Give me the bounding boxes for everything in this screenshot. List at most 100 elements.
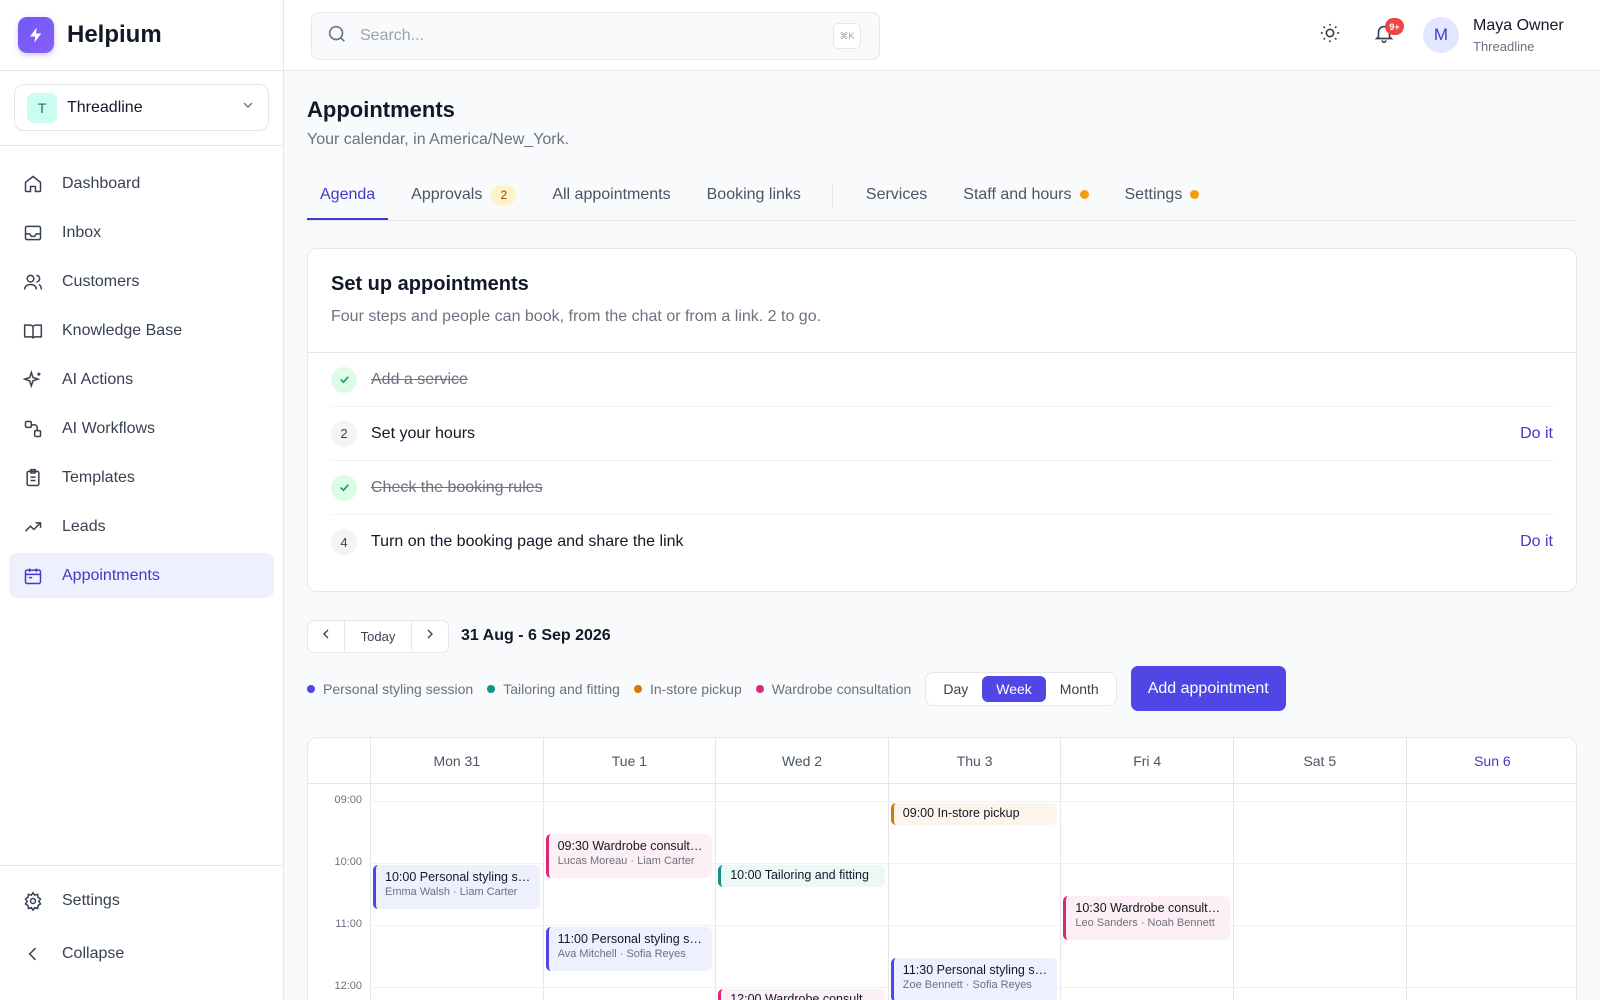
- tab-label: Agenda: [320, 185, 376, 203]
- tab-divider: [831, 182, 833, 209]
- day-header[interactable]: Mon 31: [370, 738, 543, 784]
- home-icon: [23, 174, 43, 194]
- previous-week-button[interactable]: [308, 621, 344, 652]
- tab-settings[interactable]: Settings: [1112, 171, 1213, 220]
- sidebar-item-ai-workflows[interactable]: AI Workflows: [9, 406, 274, 451]
- tab-bar: Agenda Approvals 2 All appointments Booki…: [307, 171, 1577, 221]
- tab-services[interactable]: Services: [853, 171, 940, 220]
- do-it-link[interactable]: Do it: [1520, 533, 1553, 551]
- sidebar-item-label: Templates: [62, 468, 135, 486]
- day-column-divider: [715, 784, 717, 1000]
- setup-step: 2 Set your hours Do it: [331, 407, 1553, 461]
- setup-description: Four steps and people can book, from the…: [331, 308, 822, 325]
- appointment-event[interactable]: 10:00 Personal styling session Emma Walsh…: [373, 865, 540, 909]
- brand-name: Helpium: [67, 21, 162, 48]
- step-label: Turn on the booking page and share the l…: [371, 533, 684, 550]
- avatar[interactable]: M: [1423, 17, 1459, 53]
- day-header[interactable]: Tue 1: [542, 738, 716, 784]
- clipboard-icon: [23, 468, 43, 488]
- event-attendees: Ava Mitchell · Sofia Reyes: [557, 948, 686, 960]
- chevron-right-icon: [422, 626, 438, 647]
- theme-toggle-button[interactable]: [1317, 22, 1343, 48]
- sidebar-item-leads[interactable]: Leads: [9, 504, 274, 549]
- user-name[interactable]: Maya Owner: [1473, 17, 1564, 35]
- sidebar: Helpium T Threadline Dashboard Inbox Cus…: [0, 0, 284, 1000]
- sidebar-item-knowledge-base[interactable]: Knowledge Base: [9, 308, 274, 353]
- legend-label: Personal styling session: [323, 680, 474, 697]
- chevron-left-icon: [318, 626, 334, 647]
- sidebar-item-dashboard[interactable]: Dashboard: [9, 161, 274, 206]
- tab-agenda[interactable]: Agenda: [307, 171, 389, 220]
- calendar-icon: [23, 566, 43, 586]
- page-subtitle: Your calendar, in America/New_York.: [307, 131, 570, 148]
- do-it-link[interactable]: Do it: [1520, 425, 1553, 443]
- sidebar-item-appointments[interactable]: Appointments: [9, 553, 274, 598]
- add-appointment-button[interactable]: Add appointment: [1130, 666, 1286, 711]
- search-input[interactable]: Search... ⌘K: [311, 12, 880, 60]
- tab-booking-links[interactable]: Booking links: [694, 171, 814, 220]
- event-title: 11:30 Personal styling session: [902, 963, 1050, 977]
- legend-dot: [487, 684, 496, 693]
- sparkles-icon: [23, 369, 43, 390]
- day-header[interactable]: Fri 4: [1060, 738, 1233, 784]
- step-label: Set your hours: [371, 424, 476, 442]
- appointment-event[interactable]: 11:30 Personal styling session Zoe Bennet…: [890, 958, 1058, 1000]
- view-day-button[interactable]: Day: [929, 676, 982, 702]
- step-number: 2: [331, 420, 357, 447]
- day-header[interactable]: Wed 2: [715, 738, 888, 784]
- event-title: 12:00 Wardrobe consultation: [730, 992, 877, 1000]
- sidebar-item-ai-actions[interactable]: AI Actions: [9, 357, 274, 402]
- book-icon: [23, 321, 43, 341]
- tab-label: Booking links: [706, 185, 801, 203]
- check-icon: [331, 366, 357, 393]
- appointment-event[interactable]: 11:00 Personal styling session Ava Mitche…: [545, 927, 713, 971]
- legend-label: Tailoring and fitting: [503, 680, 620, 697]
- sidebar-item-templates[interactable]: Templates: [9, 455, 274, 500]
- legend-dot: [307, 684, 315, 693]
- check-icon: [331, 474, 357, 501]
- view-switcher: Day Week Month: [925, 671, 1117, 706]
- day-header[interactable]: Thu 3: [887, 738, 1061, 784]
- appointment-event[interactable]: 10:30 Wardrobe consultation Leo Sanders ·…: [1063, 896, 1230, 940]
- day-column-divider: [542, 784, 544, 1000]
- tab-all-appointments[interactable]: All appointments: [539, 171, 683, 220]
- step-label: Check the booking rules: [371, 478, 543, 496]
- setup-steps: Add a service 2 Set your hours Do it Che…: [308, 353, 1576, 569]
- sidebar-item-label: Customers: [62, 272, 140, 290]
- appointment-event[interactable]: 10:00 Tailoring and fitting: [718, 865, 885, 887]
- org-avatar: T: [27, 92, 57, 123]
- sidebar-item-label: Knowledge Base: [62, 321, 183, 339]
- sidebar-item-label: AI Workflows: [62, 419, 156, 437]
- appointment-event[interactable]: 09:30 Wardrobe consultation Lucas Moreau …: [545, 834, 713, 878]
- sidebar-item-label: Leads: [62, 517, 106, 535]
- gear-icon: [23, 890, 43, 911]
- view-week-button[interactable]: Week: [982, 675, 1046, 702]
- sidebar-item-settings[interactable]: Settings: [9, 878, 274, 923]
- org-name: Threadline: [67, 98, 143, 116]
- notification-badge: 9+: [1385, 18, 1404, 35]
- event-attendees: Zoe Bennett · Sofia Reyes: [902, 979, 1032, 991]
- tab-approvals[interactable]: Approvals 2: [398, 171, 529, 220]
- legend-label: Wardrobe consultation: [771, 680, 912, 697]
- sidebar-item-inbox[interactable]: Inbox: [9, 210, 274, 255]
- view-month-button[interactable]: Month: [1046, 676, 1113, 702]
- hour-line: [370, 801, 1576, 802]
- today-button[interactable]: Today: [344, 620, 412, 652]
- sidebar-item-label: Settings: [62, 891, 120, 909]
- notifications-button[interactable]: 9+: [1371, 18, 1404, 48]
- tab-staff-and-hours[interactable]: Staff and hours: [950, 171, 1101, 220]
- event-title: 10:00 Tailoring and fitting: [730, 868, 869, 882]
- legend-label: In-store pickup: [649, 680, 742, 697]
- brand[interactable]: Helpium: [0, 0, 283, 71]
- sidebar-item-customers[interactable]: Customers: [9, 259, 274, 304]
- tab-label: Services: [865, 185, 928, 203]
- appointment-event[interactable]: 09:00 In-store pickup: [890, 803, 1058, 825]
- appointment-event[interactable]: 12:00 Wardrobe consultation: [718, 989, 885, 1000]
- day-header[interactable]: Sat 5: [1233, 738, 1406, 784]
- setup-step: 4 Turn on the booking page and share the…: [331, 515, 1553, 569]
- tab-label: Settings: [1124, 185, 1183, 203]
- day-header[interactable]: Sun 6: [1405, 738, 1576, 784]
- collapse-sidebar-button[interactable]: Collapse: [9, 931, 274, 976]
- next-week-button[interactable]: [412, 621, 448, 652]
- org-switcher[interactable]: T Threadline: [14, 84, 269, 131]
